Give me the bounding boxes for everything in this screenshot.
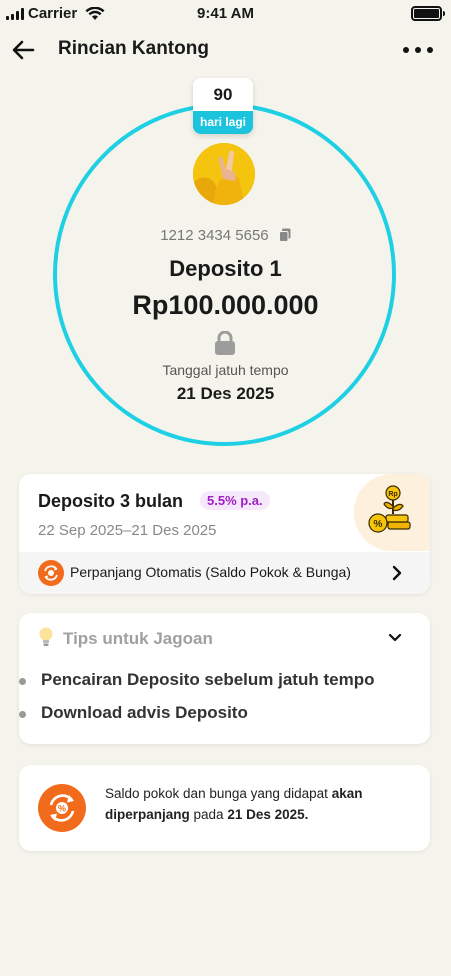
copy-icon[interactable] — [278, 228, 291, 242]
product-title: Deposito 3 bulan — [38, 491, 184, 511]
back-arrow-icon — [12, 40, 35, 60]
back-button[interactable] — [10, 36, 38, 64]
pocket-balance: Rp100.000.000 — [132, 290, 319, 320]
battery-icon — [411, 6, 445, 21]
chevron-down-icon — [388, 633, 402, 642]
due-date-label: Tanggal jatuh tempo — [162, 362, 289, 378]
days-remaining-badge: 90 hari lagi — [193, 78, 253, 134]
pocket-name: Deposito 1 — [169, 256, 282, 281]
auto-renewal-row[interactable]: Perpanjang Otomatis (Saldo Pokok & Bunga… — [19, 552, 430, 594]
deposit-product-card: Deposito 3 bulan 5.5% p.a. 22 Sep 2025–2… — [19, 474, 430, 594]
more-icon — [403, 47, 409, 53]
renew-icon: % — [38, 784, 86, 832]
chevron-right-icon — [392, 565, 402, 581]
page-title: Rincian Kantong — [58, 38, 209, 59]
renew-icon — [38, 560, 64, 586]
deposit-growth-icon: Rp % — [368, 485, 411, 533]
interest-rate-badge: 5.5% p.a. — [200, 491, 270, 510]
tips-header[interactable]: Tips untuk Jagoan — [19, 613, 430, 659]
more-options-button[interactable] — [403, 40, 433, 60]
days-remaining-count: 90 — [193, 78, 253, 111]
status-time: 9:41 AM — [197, 5, 254, 22]
bullet — [19, 678, 26, 685]
deposit-period: 22 Sep 2025–21 Des 2025 — [38, 522, 217, 539]
svg-text:%: % — [374, 519, 383, 530]
days-remaining-label: hari lagi — [193, 111, 253, 134]
account-number: 1212 3434 5656 — [160, 227, 269, 244]
status-bar: Carrier 9:41 AM — [0, 0, 451, 28]
svg-text:%: % — [58, 804, 66, 814]
product-info: Deposito 3 bulan 5.5% p.a. 22 Sep 2025–2… — [19, 474, 430, 551]
deposit-illustration: Rp % — [354, 474, 430, 551]
renewal-info-card: % Saldo pokok dan bunga yang didapat aka… — [19, 765, 430, 851]
tip-text: Download advis Deposito — [41, 703, 248, 722]
svg-text:Rp: Rp — [388, 491, 397, 498]
lock-icon — [215, 331, 235, 355]
tips-title: Tips untuk Jagoan — [63, 629, 213, 648]
bullet — [19, 711, 26, 718]
renewal-info-text: Saldo pokok dan bunga yang didapat akan … — [105, 786, 363, 822]
account-number-row: 1212 3434 5656 — [0, 227, 451, 244]
bulb-icon — [39, 627, 53, 646]
due-date-value: 21 Des 2025 — [176, 384, 275, 403]
tip-text: Pencairan Deposito sebelum jatuh tempo — [41, 670, 375, 689]
pocket-avatar[interactable] — [193, 143, 255, 205]
header: Rincian Kantong — [0, 28, 451, 72]
auto-renewal-label: Perpanjang Otomatis (Saldo Pokok & Bunga… — [70, 564, 351, 580]
